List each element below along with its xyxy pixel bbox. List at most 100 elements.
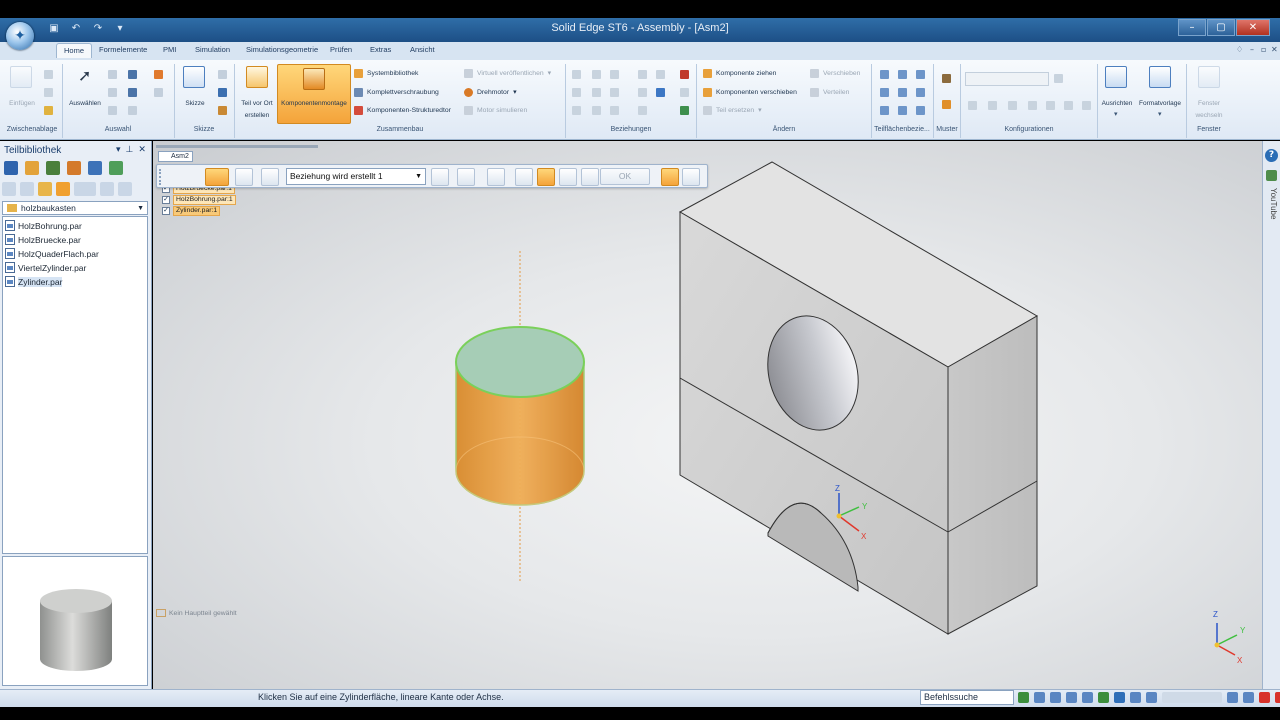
- relation-angle-icon[interactable]: [656, 70, 665, 79]
- stop-icon[interactable]: [1275, 692, 1280, 703]
- ribbon-minimize-icon[interactable]: –: [1250, 45, 1254, 54]
- save-icon[interactable]: ▣: [46, 22, 62, 36]
- command-bar-grip-icon[interactable]: [159, 169, 165, 185]
- face-relation-1-icon[interactable]: [880, 70, 889, 79]
- zoom-area-icon[interactable]: [1034, 692, 1045, 703]
- flip-button[interactable]: [261, 168, 279, 186]
- undo-icon[interactable]: ↶: [68, 22, 84, 36]
- switch-window-icon[interactable]: [1198, 66, 1220, 88]
- select-option3-icon[interactable]: [108, 106, 117, 115]
- tab-extras[interactable]: Extras: [370, 45, 391, 54]
- command-search-input[interactable]: Befehlssuche: [920, 690, 1014, 705]
- new-folder-icon[interactable]: [56, 182, 70, 196]
- full-bolting-button[interactable]: Komplettverschraubung: [354, 86, 439, 98]
- rotary-motor-button[interactable]: Drehmotor ▾: [464, 86, 517, 98]
- face-relation-6-icon[interactable]: [916, 88, 925, 97]
- relation-path-icon[interactable]: [610, 106, 619, 115]
- select-option2-icon[interactable]: [108, 88, 117, 97]
- library-sensor-icon[interactable]: [109, 161, 123, 175]
- redo-icon[interactable]: ↷: [90, 22, 106, 36]
- publish-virtual-button[interactable]: Virtuell veröffentlichen ▾: [464, 67, 551, 79]
- copy-icon[interactable]: [44, 88, 53, 97]
- cylinder-part[interactable]: [455, 326, 585, 506]
- relation-tangent-icon[interactable]: [572, 88, 581, 97]
- relation-flash-fit-icon[interactable]: [656, 88, 665, 97]
- config-5-icon[interactable]: [1046, 101, 1055, 110]
- step-3-button[interactable]: [559, 168, 577, 186]
- config-4-icon[interactable]: [1028, 101, 1037, 110]
- close-button[interactable]: ✕: [1236, 19, 1270, 36]
- dropdown-arrow-icon[interactable]: ▾: [1114, 110, 1118, 118]
- relation-rigid-icon[interactable]: [572, 106, 581, 115]
- visibility-checkbox[interactable]: ✓: [162, 196, 170, 204]
- tree-item[interactable]: ✓ HolzBohrung.par:1: [162, 195, 236, 205]
- list-item[interactable]: HolzBruecke.par: [5, 233, 81, 246]
- relation-type-button[interactable]: [205, 168, 229, 186]
- customize-qat-icon[interactable]: ▾: [112, 22, 128, 36]
- pattern-duplicate-icon[interactable]: [942, 100, 951, 109]
- youtube-tab[interactable]: YouTube: [1264, 188, 1278, 248]
- relation-align-icon[interactable]: [592, 70, 601, 79]
- cancel-redo-button[interactable]: [682, 168, 700, 186]
- tab-home[interactable]: Home: [56, 43, 93, 58]
- face-relation-4-icon[interactable]: [880, 88, 889, 97]
- zoom-out-icon[interactable]: [1243, 692, 1254, 703]
- config-6-icon[interactable]: [1064, 101, 1073, 110]
- help-icon[interactable]: ?: [1265, 149, 1278, 162]
- list-item[interactable]: HolzQuaderFlach.par: [5, 247, 99, 260]
- relation-assistant-icon[interactable]: [680, 106, 689, 115]
- panel-pin-icon[interactable]: ⊥: [126, 145, 134, 155]
- tree-root[interactable]: Asm2: [158, 151, 193, 162]
- relation-delete-icon[interactable]: [680, 70, 689, 79]
- relation-match-icon[interactable]: [638, 88, 647, 97]
- library-layers-icon[interactable]: [67, 161, 81, 175]
- tab-simulation[interactable]: Simulation: [195, 45, 230, 54]
- list-item[interactable]: ViertelZylinder.par: [5, 261, 86, 274]
- folder-up-icon[interactable]: [38, 182, 52, 196]
- tab-pmi[interactable]: PMI: [163, 45, 176, 54]
- ribbon-help-icon[interactable]: ♢: [1236, 45, 1243, 54]
- forward-icon[interactable]: [20, 182, 34, 196]
- list-item[interactable]: HolzBohrung.par: [5, 219, 82, 232]
- tree-item[interactable]: ✓ Zylinder.par:1: [162, 206, 221, 216]
- config-1-icon[interactable]: [968, 101, 977, 110]
- sensor-tab-icon[interactable]: [1266, 170, 1277, 181]
- configuration-select[interactable]: [965, 72, 1049, 86]
- create-part-in-place-icon[interactable]: [246, 66, 268, 88]
- back-icon[interactable]: [2, 182, 16, 196]
- select-hide-icon[interactable]: [154, 88, 163, 97]
- options-button[interactable]: [235, 168, 253, 186]
- filter-icon[interactable]: [100, 182, 114, 196]
- select-arrow-icon[interactable]: ➚: [78, 66, 91, 85]
- zoom-slider[interactable]: [1162, 692, 1222, 703]
- move-button[interactable]: Verschieben: [810, 67, 860, 79]
- panel-menu-icon[interactable]: ▾: [116, 145, 121, 155]
- construction-display-button[interactable]: [487, 168, 505, 186]
- search-icon[interactable]: [118, 182, 132, 196]
- align-view-icon[interactable]: [1105, 66, 1127, 88]
- target-select-button[interactable]: [431, 168, 449, 186]
- tab-formelemente[interactable]: Formelemente: [99, 45, 147, 54]
- view-icon[interactable]: [1130, 692, 1141, 703]
- library-assembly-icon[interactable]: [25, 161, 39, 175]
- zoom-icon[interactable]: [1050, 692, 1061, 703]
- sketch-view-icon[interactable]: [1146, 692, 1157, 703]
- relation-cam-icon[interactable]: [592, 88, 601, 97]
- face-relation-9-icon[interactable]: [916, 106, 925, 115]
- select-filter-icon[interactable]: [128, 70, 137, 79]
- minimize-button[interactable]: –: [1178, 19, 1206, 36]
- sketch-refresh-icon[interactable]: [218, 88, 227, 97]
- ok-button[interactable]: OK: [600, 168, 650, 185]
- shaded-icon[interactable]: [1114, 692, 1125, 703]
- sketch-icon[interactable]: [183, 66, 205, 88]
- select-filter2-icon[interactable]: [128, 88, 137, 97]
- face-relation-8-icon[interactable]: [898, 106, 907, 115]
- relation-show-icon[interactable]: [680, 88, 689, 97]
- view-orientation-triad[interactable]: Z Y X: [1213, 610, 1246, 665]
- relation-mate-icon[interactable]: [572, 70, 581, 79]
- move-components-button[interactable]: Komponenten verschieben: [703, 86, 797, 98]
- select-box-icon[interactable]: [154, 70, 163, 79]
- visibility-checkbox[interactable]: ✓: [162, 207, 170, 215]
- library-tree-icon[interactable]: [46, 161, 60, 175]
- structure-editor-button[interactable]: Komponenten-Strukturedtor: [354, 104, 451, 116]
